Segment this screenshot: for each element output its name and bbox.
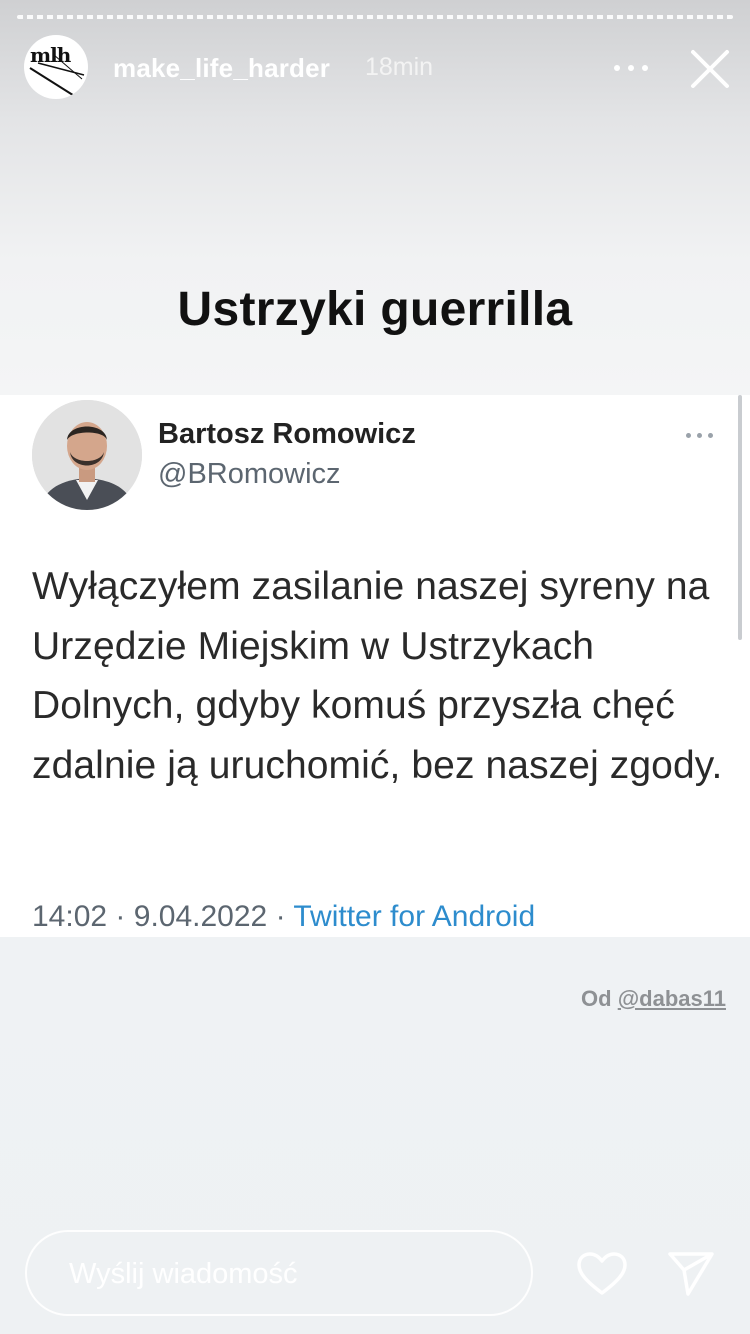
story-username[interactable]: make_life_harder xyxy=(113,53,330,84)
tweet-author-handle[interactable]: @BRomowicz xyxy=(158,458,341,491)
heart-icon[interactable] xyxy=(576,1251,628,1297)
tweet-more-icon xyxy=(686,433,716,441)
credit-prefix: Od xyxy=(581,986,612,1011)
tweet-metadata: 14:02 · 9.04.2022 · Twitter for Android xyxy=(32,900,535,934)
tweet-time: 14:02 xyxy=(32,900,108,933)
message-placeholder: Wyślij wiadomość xyxy=(69,1258,298,1290)
more-options-icon[interactable] xyxy=(612,55,652,81)
tweet-source: Twitter for Android xyxy=(293,900,536,933)
tweet-author-name[interactable]: Bartosz Romowicz xyxy=(158,418,416,451)
tweet-text: Wyłączyłem zasilanie naszej syreny na Ur… xyxy=(32,565,723,787)
tweet-author-photo xyxy=(32,400,142,510)
scrollbar xyxy=(738,395,742,640)
credit-user[interactable]: @dabas11 xyxy=(618,986,726,1011)
message-input[interactable]: Wyślij wiadomość xyxy=(25,1230,533,1316)
story-title: Ustrzyki guerrilla xyxy=(177,283,573,336)
tweet-card: Bartosz Romowicz @BRomowicz Wyłączyłem z… xyxy=(0,395,750,937)
story-timestamp: 18min xyxy=(365,53,434,81)
tweet-date: 9.04.2022 xyxy=(133,900,268,933)
meta-separator: · xyxy=(115,900,126,933)
close-icon[interactable] xyxy=(688,47,732,91)
story-header: mlh make_life_harder 18min xyxy=(0,35,750,101)
account-avatar[interactable]: mlh xyxy=(24,35,88,99)
avatar-logo-icon xyxy=(29,54,85,98)
send-icon[interactable] xyxy=(666,1250,716,1298)
story-progress-bar xyxy=(17,15,733,19)
meta-separator: · xyxy=(275,900,286,933)
repost-credit[interactable]: Od @dabas11 xyxy=(581,986,726,1012)
